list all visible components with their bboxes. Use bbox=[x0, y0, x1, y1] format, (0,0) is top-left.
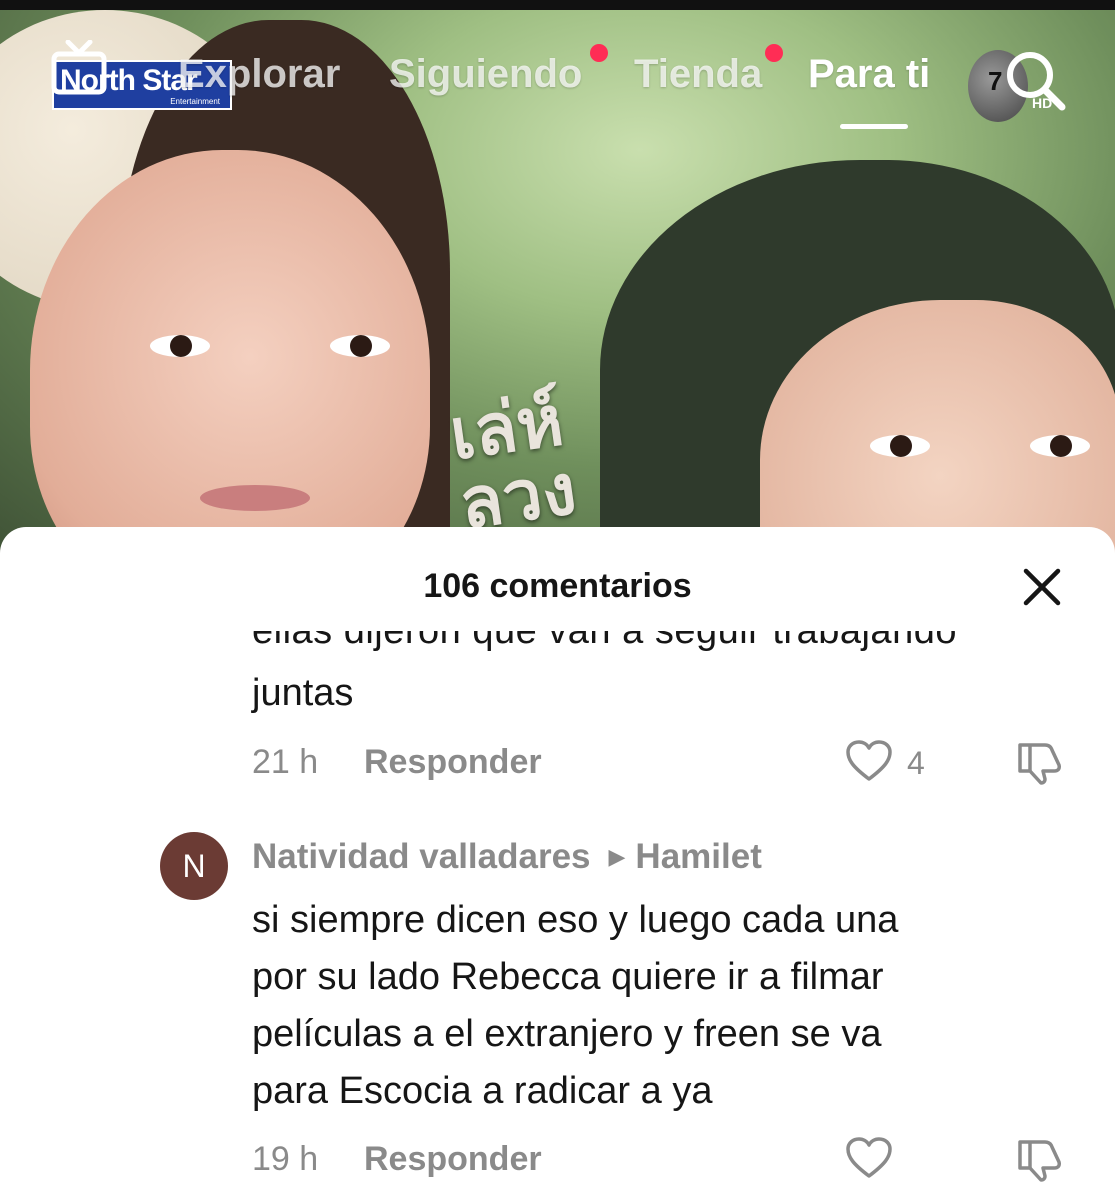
reply-button[interactable]: Responder bbox=[364, 1140, 542, 1179]
heart-icon[interactable] bbox=[845, 1136, 893, 1180]
comment-text-line: si siempre dicen eso y luego cada una bbox=[252, 899, 899, 941]
close-icon[interactable] bbox=[1020, 565, 1064, 609]
comment-text-cut: ellas dijeron que van a seguir trabajand… bbox=[252, 631, 1082, 657]
tab-para-ti[interactable]: Para ti bbox=[808, 52, 930, 97]
comment-text: si siempre dicen eso y luego cada una po… bbox=[252, 892, 1072, 1120]
tab-siguiendo[interactable]: Siguiendo bbox=[389, 52, 582, 97]
avatar[interactable]: N bbox=[160, 832, 228, 900]
dislike-icon[interactable] bbox=[1015, 739, 1065, 785]
eye bbox=[150, 335, 210, 357]
logo-sub: Entertainment bbox=[170, 97, 220, 106]
notification-dot bbox=[590, 44, 608, 62]
comment-time: 21 h bbox=[252, 743, 319, 781]
active-tab-indicator bbox=[840, 124, 908, 129]
comment-author[interactable]: Natividad valladares bbox=[252, 837, 591, 876]
lips bbox=[200, 485, 310, 511]
tab-tienda[interactable]: Tienda bbox=[634, 52, 762, 97]
comment-text-line: por su lado Rebecca quiere ir a filmar bbox=[252, 956, 884, 998]
live-tv-icon[interactable] bbox=[48, 40, 110, 100]
comment-text-line: para Escocia a radicar a ya bbox=[252, 1070, 713, 1112]
comments-sheet: 106 comentarios ellas dijeron que van a … bbox=[0, 527, 1115, 1200]
search-icon[interactable] bbox=[1000, 45, 1070, 115]
comment-text-cut-line: ellas dijeron que van a seguir trabajand… bbox=[252, 631, 957, 652]
status-bar-edge bbox=[0, 0, 1115, 10]
comment-text-line: películas a el extranjero y freen se va bbox=[252, 1013, 882, 1055]
dislike-icon[interactable] bbox=[1015, 1136, 1065, 1182]
notification-dot bbox=[765, 44, 783, 62]
comment-text: juntas bbox=[252, 672, 354, 714]
eye bbox=[330, 335, 390, 357]
eye bbox=[870, 435, 930, 457]
eye bbox=[1030, 435, 1090, 457]
reply-arrow-icon: ▶ bbox=[608, 844, 626, 869]
comment-author-line: Natividad valladares ▶ Hamilet bbox=[252, 837, 762, 877]
video-title-art: เล่ห์ลวง bbox=[444, 378, 582, 546]
video-player[interactable]: เล่ห์ลวง North Star Entertainment Explor… bbox=[0, 0, 1115, 560]
comment-reply-to[interactable]: Hamilet bbox=[635, 837, 761, 876]
comments-count-title: 106 comentarios bbox=[423, 567, 692, 605]
reply-button[interactable]: Responder bbox=[364, 743, 542, 782]
comment-time: 19 h bbox=[252, 1140, 319, 1178]
like-count: 4 bbox=[907, 745, 925, 781]
heart-icon[interactable] bbox=[845, 739, 893, 783]
tab-explorar[interactable]: Explorar bbox=[178, 52, 340, 97]
